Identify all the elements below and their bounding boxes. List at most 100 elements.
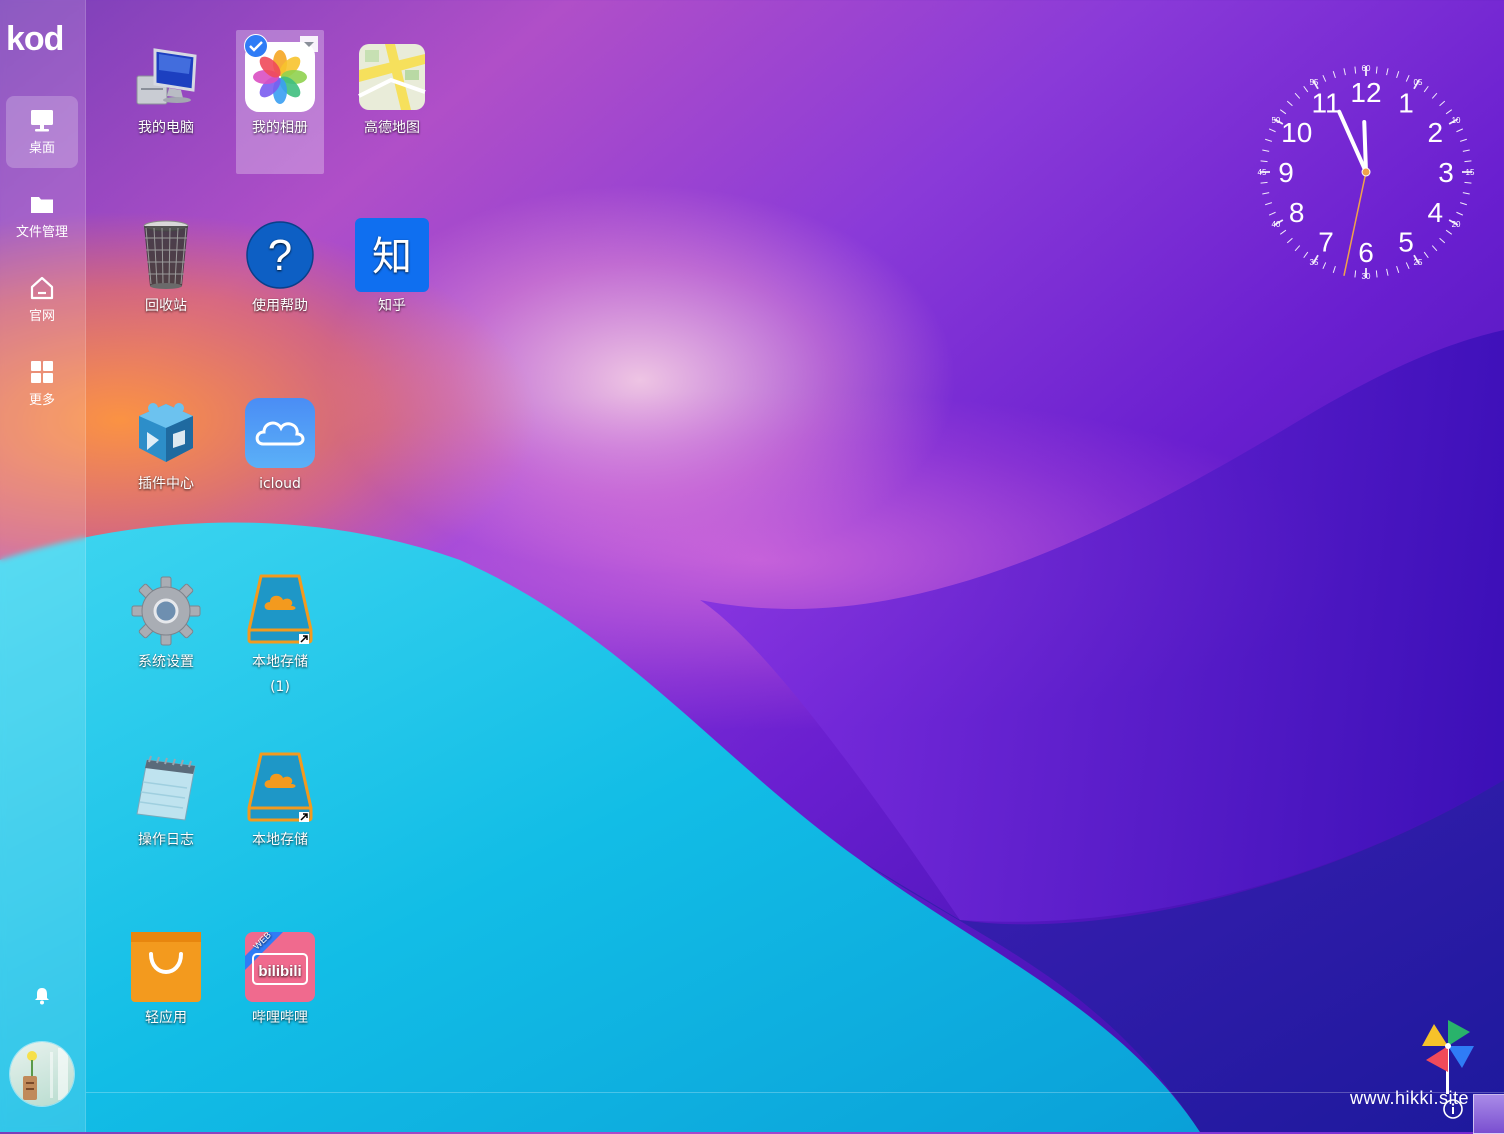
svg-text:?: ? (268, 231, 292, 280)
clock-tick (1431, 92, 1438, 99)
clock-hour-number: 8 (1289, 197, 1305, 228)
clock-tick (1354, 66, 1357, 74)
clock-tick (1460, 138, 1467, 142)
desktop-icon-system-settings[interactable]: 系统设置 (122, 574, 210, 675)
desktop-icon-operation-log[interactable]: 操作日志 (122, 752, 210, 853)
clock-hour-number: 5 (1398, 226, 1414, 257)
clock-tick (1262, 192, 1270, 195)
sidebar-item-file-manager[interactable]: 文件管理 (6, 180, 78, 252)
sidebar-item-label: 官网 (28, 309, 55, 324)
clock-hour-number: 11 (1311, 88, 1340, 119)
icon-label: 本地存储 (252, 832, 308, 848)
desktop-icon-local-storage-1[interactable]: 本地存储 (1) (236, 574, 324, 700)
clock-hour-number: 6 (1358, 237, 1374, 268)
clock-tick (1464, 160, 1472, 163)
clock-tick (1262, 149, 1270, 152)
icon-label: 系统设置 (138, 654, 194, 670)
info-icon[interactable] (1442, 1098, 1464, 1120)
help-icon: ? (246, 221, 314, 289)
clock-tick (1375, 66, 1378, 74)
clock-tick (1294, 92, 1301, 99)
clock-tick (1303, 251, 1309, 259)
storage-icon (247, 574, 313, 644)
selected-check-icon[interactable] (244, 34, 268, 58)
zhihu-icon: 知 (355, 218, 429, 292)
clock-tick (1279, 229, 1287, 235)
clock-tick (1405, 74, 1410, 82)
clock-tick (1375, 270, 1378, 278)
clock-tick (1332, 71, 1336, 78)
clock-tick (1303, 85, 1309, 93)
chevron-down-icon[interactable] (300, 36, 318, 52)
desktop-icon-local-storage[interactable]: 本地存储 (236, 752, 324, 853)
show-desktop-button[interactable] (1473, 1094, 1504, 1134)
clock-tick (1460, 202, 1467, 206)
bell-icon[interactable] (32, 986, 52, 1006)
clock-minute-label: 25 (1414, 258, 1423, 267)
desktop-icon-light-app[interactable]: 轻应用 (122, 930, 210, 1031)
clock-tick (1322, 74, 1327, 82)
clock-minute-label: 40 (1271, 220, 1280, 229)
clock-tick (1268, 211, 1276, 216)
desktop-icon-plugin-center[interactable]: 插件中心 (122, 396, 210, 497)
clock-tick (1462, 192, 1470, 195)
desktop-icon-icloud[interactable]: icloud (236, 396, 324, 497)
desktop-icon-bilibili[interactable]: WEB bilibili 哔哩哔哩 (236, 930, 324, 1031)
clock-tick (1396, 266, 1400, 273)
clock-hour-number: 7 (1318, 226, 1334, 257)
icon-label: 我的相册 (252, 120, 308, 136)
clock-tick (1445, 229, 1453, 235)
clock-tick (1268, 128, 1276, 133)
plugin-icon (139, 403, 193, 462)
clock-hour-number: 12 (1350, 77, 1381, 108)
kod-logo[interactable]: kod (6, 22, 82, 56)
analog-clock[interactable]: 600510152025303540455055 12 1234567891011 (1254, 60, 1478, 284)
clock-tick (1260, 181, 1268, 184)
desktop-icon-help[interactable]: ? 使用帮助 (236, 218, 324, 319)
clock-minute-label: 45 (1258, 168, 1267, 177)
sidebar-item-desktop[interactable]: 桌面 (6, 96, 78, 168)
clock-tick (1456, 211, 1464, 216)
clock-minute-label: 60 (1362, 64, 1371, 73)
desktop-icon-my-computer[interactable]: 我的电脑 (122, 40, 210, 141)
desktop-icon-my-album[interactable]: 我的相册 (236, 30, 324, 174)
grid-icon (31, 361, 53, 383)
clock-tick (1322, 262, 1327, 270)
clock-hour-number: 9 (1278, 157, 1294, 188)
clock-tick (1396, 71, 1400, 78)
clock-hour-number: 4 (1427, 197, 1443, 228)
icon-label: 使用帮助 (252, 298, 308, 314)
clock-minute-label: 50 (1271, 116, 1280, 125)
clock-tick (1354, 270, 1357, 278)
home-icon (30, 276, 54, 300)
computer-icon (136, 48, 197, 105)
map-icon (358, 44, 426, 110)
clock-tick (1265, 138, 1272, 142)
clock-minute-label: 20 (1452, 220, 1461, 229)
clock-tick (1265, 202, 1272, 206)
avatar-icon (23, 1048, 68, 1100)
sidebar-item-label: 桌面 (28, 141, 55, 156)
clock-tick (1260, 160, 1268, 163)
icon-label: 操作日志 (138, 832, 194, 848)
clock-tick (1332, 266, 1336, 273)
icon-label: 高德地图 (364, 120, 420, 136)
clock-center (1361, 167, 1371, 177)
desktop-icon (31, 110, 53, 132)
pinwheel-icon[interactable] (1420, 1018, 1476, 1096)
desktop-icon-amap[interactable]: 高德地图 (348, 40, 436, 141)
desktop-icon-zhihu[interactable]: 知 知乎 (348, 218, 436, 319)
sidebar-item-more[interactable]: 更多 (6, 348, 78, 420)
sidebar-item-official-site[interactable]: 官网 (6, 264, 78, 336)
notepad-icon (136, 755, 196, 821)
avatar[interactable] (10, 1042, 74, 1106)
icon-label: icloud (259, 476, 301, 492)
bilibili-icon: WEB bilibili (245, 930, 315, 1002)
desktop-icon-recycle-bin[interactable]: 回收站 (122, 218, 210, 319)
clock-tick (1445, 109, 1453, 115)
clock-tick (1431, 245, 1438, 252)
clock-tick (1439, 100, 1446, 107)
clock-tick (1279, 109, 1287, 115)
sidebar-item-label: 更多 (28, 393, 55, 408)
clock-minute-label: 55 (1310, 78, 1319, 87)
